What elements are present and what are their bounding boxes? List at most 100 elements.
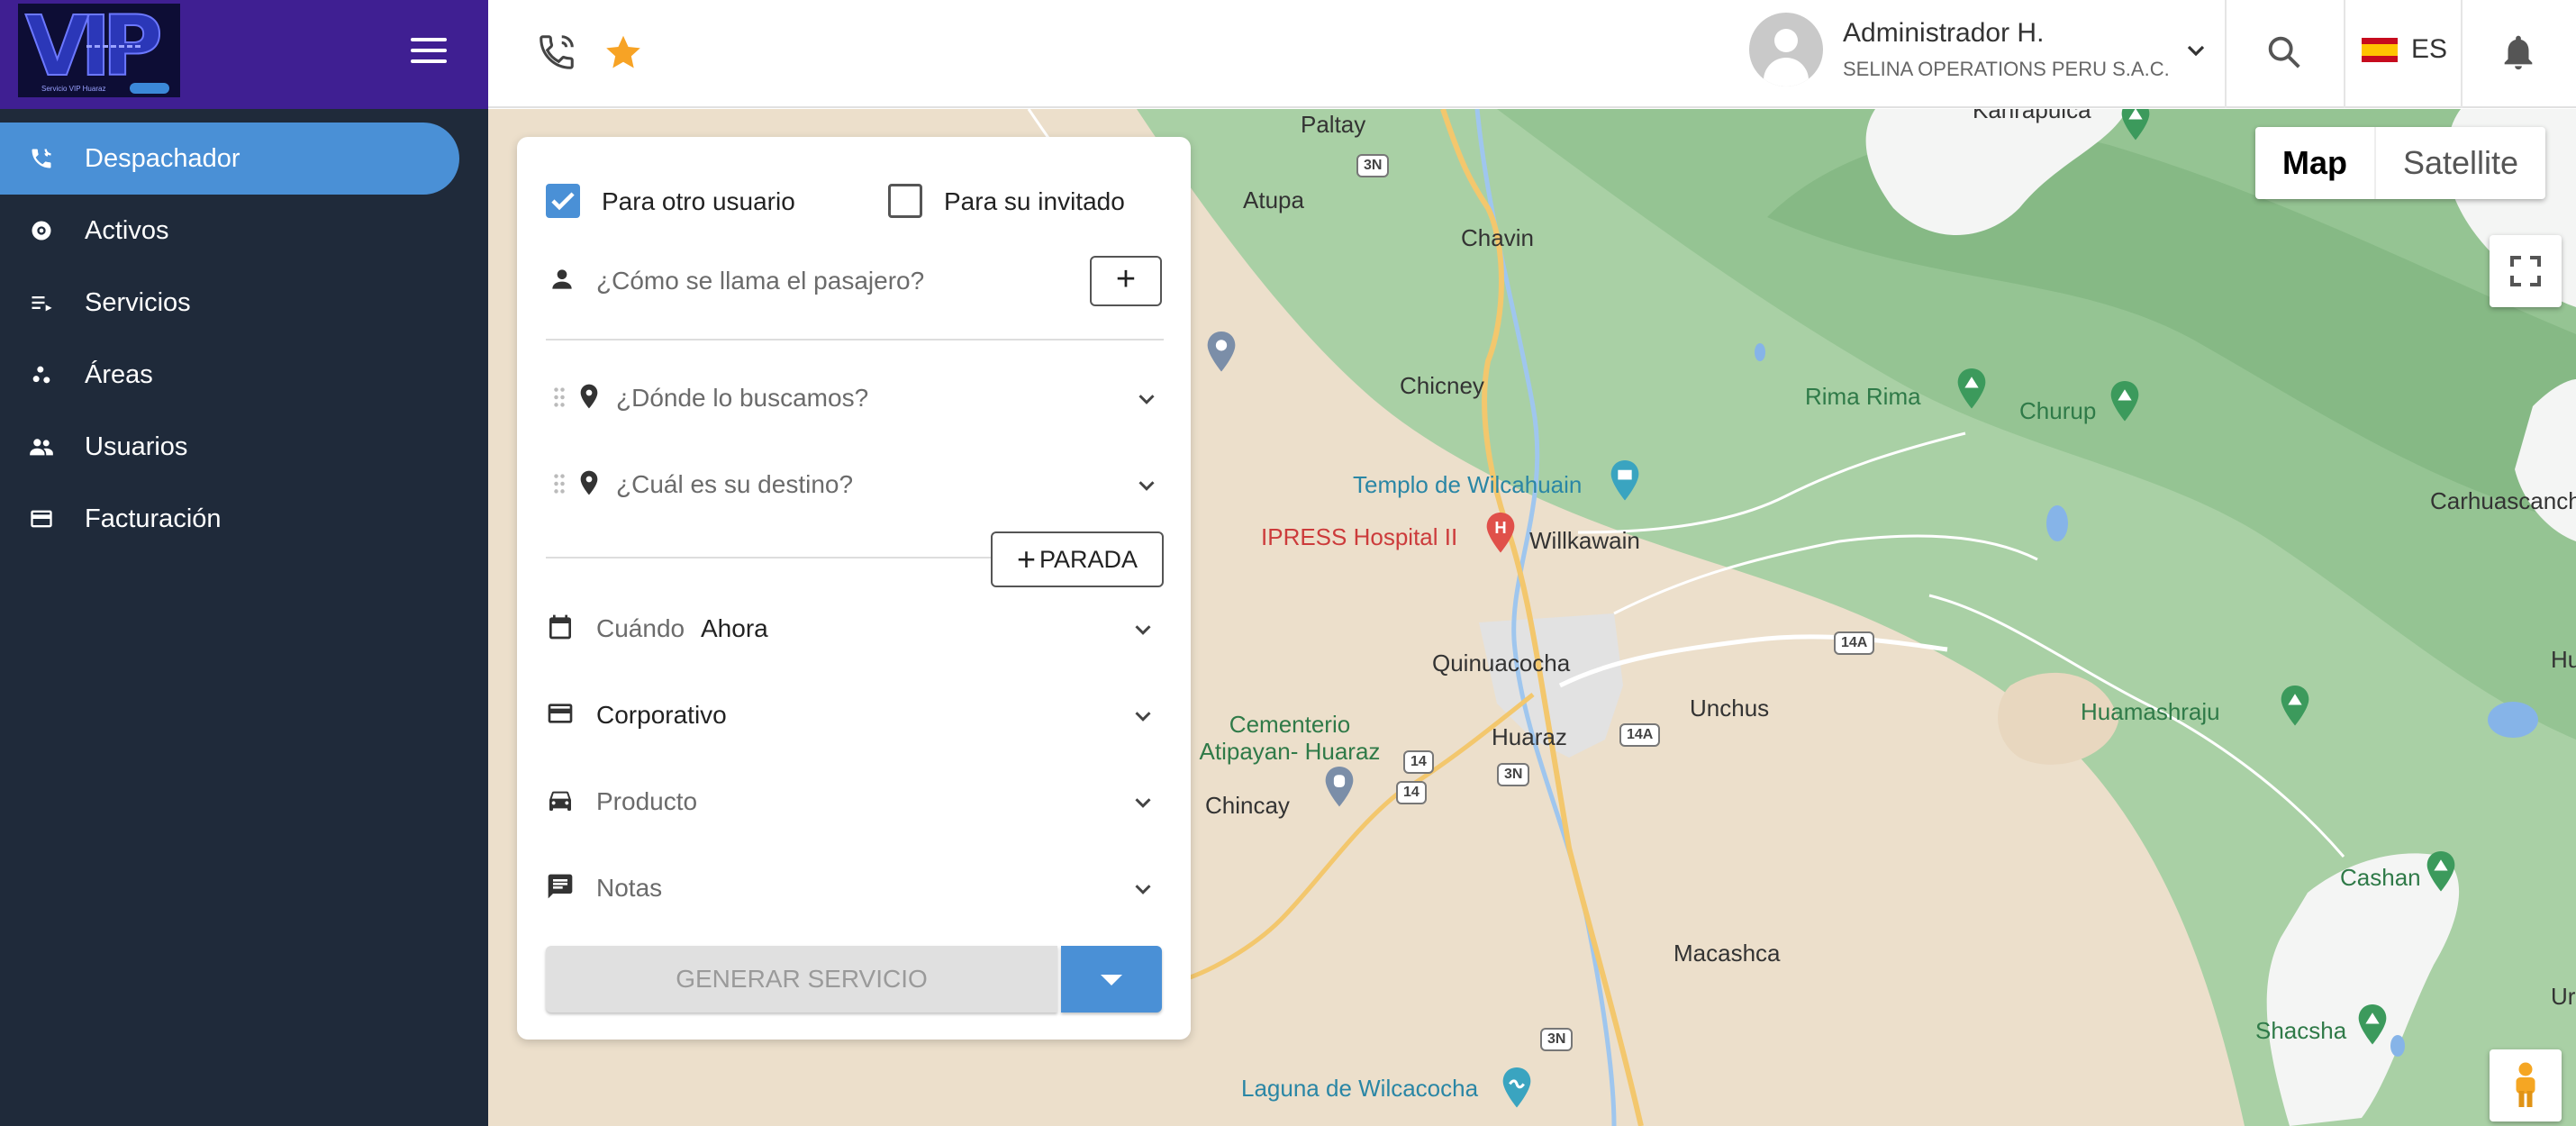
park-pin-icon[interactable] — [1955, 368, 1989, 410]
pickup-input[interactable]: ¿Dónde lo buscamos? — [616, 384, 868, 413]
sidebar-item-label: Usuarios — [85, 431, 188, 461]
map-type-map-button[interactable]: Map — [2255, 127, 2376, 199]
people-icon — [27, 432, 56, 461]
chevron-down-icon[interactable] — [1133, 386, 1160, 413]
map-label: Cashan — [2340, 864, 2421, 891]
map-label: Hu — [2551, 646, 2576, 673]
divider — [546, 557, 993, 558]
add-stop-button[interactable]: + PARADA — [991, 531, 1164, 587]
logo-subtext: Servicio VIP Huaraz — [41, 85, 106, 93]
generate-service-button[interactable]: GENERAR SERVICIO — [546, 946, 1057, 1012]
sidebar-item-activos[interactable]: Activos — [0, 195, 459, 267]
road-shield: 3N — [1356, 154, 1390, 177]
divider — [546, 339, 1164, 341]
map-label: Willkawain — [1529, 527, 1640, 554]
map-label: Chavin — [1461, 224, 1534, 251]
add-passenger-button[interactable]: + — [1090, 256, 1162, 306]
logo-dashes — [86, 45, 141, 48]
map-label: Chincay — [1205, 792, 1290, 819]
park-pin-icon[interactable] — [2278, 686, 2312, 727]
destination-input[interactable]: ¿Cuál es su destino? — [616, 470, 853, 499]
map-label: Carhuascancha — [2430, 487, 2576, 514]
sidebar-item-areas[interactable]: Áreas — [0, 339, 459, 411]
street-view-pegman-icon[interactable] — [2490, 1049, 2562, 1121]
map-label: Rima Rima — [1805, 383, 1921, 410]
drag-handle-icon[interactable] — [553, 472, 566, 495]
payment-method-select[interactable]: Corporativo — [596, 701, 727, 730]
calendar-icon — [549, 614, 571, 640]
car-icon — [549, 791, 571, 811]
notes-input[interactable]: Notas — [596, 874, 662, 903]
bell-icon[interactable] — [2493, 27, 2544, 77]
user-name: Administrador H. — [1843, 18, 2045, 48]
map-label: Kanrapuica — [1973, 109, 2091, 123]
hamburger-menu-icon[interactable] — [411, 36, 447, 65]
map-label: Churup — [2019, 397, 2097, 424]
scatter-icon — [27, 360, 56, 389]
map-label: Unchus — [1690, 695, 1770, 722]
add-stop-label: PARADA — [1039, 545, 1138, 573]
sidebar-item-label: Facturación — [85, 504, 222, 533]
caret-down-icon — [1101, 975, 1122, 985]
sidebar-item-facturacion[interactable]: Facturación — [0, 483, 459, 555]
for-guest-checkbox[interactable] — [888, 184, 922, 218]
chevron-down-icon[interactable] — [1129, 616, 1156, 643]
passenger-name-input[interactable]: ¿Cómo se llama el pasajero? — [596, 267, 924, 295]
sidebar-item-servicios[interactable]: Servicios — [0, 267, 459, 339]
park-pin-icon[interactable] — [2118, 109, 2153, 141]
park-pin-icon[interactable] — [2424, 851, 2458, 893]
divider — [2461, 0, 2463, 108]
map-label: Shacsha — [2255, 1017, 2347, 1044]
product-select[interactable]: Producto — [596, 787, 697, 816]
sidebar-item-usuarios[interactable]: Usuarios — [0, 411, 459, 483]
map-type-satellite-button[interactable]: Satellite — [2376, 127, 2545, 199]
spain-flag-icon[interactable] — [2362, 38, 2398, 62]
cemetery-pin-icon[interactable] — [1322, 767, 1356, 808]
park-pin-icon[interactable] — [2108, 381, 2142, 422]
chevron-down-icon[interactable] — [1129, 876, 1156, 903]
star-icon[interactable] — [598, 27, 649, 77]
lake-pin-icon[interactable] — [1500, 1067, 1534, 1109]
drag-handle-icon[interactable] — [553, 386, 566, 409]
park-pin-icon[interactable] — [2355, 1004, 2390, 1046]
credit-card-icon — [548, 704, 573, 723]
avatar[interactable] — [1749, 13, 1823, 86]
map-label: Chicney — [1400, 372, 1484, 399]
generate-options-dropdown[interactable] — [1061, 946, 1162, 1012]
road-shield: 3N — [1540, 1028, 1574, 1051]
company-logo: VIP Servicio VIP Huaraz — [18, 4, 180, 97]
road-shield: 14 — [1403, 750, 1434, 774]
logo-bar: VIP Servicio VIP Huaraz — [0, 0, 488, 109]
map-label: Laguna de Wilcacocha — [1241, 1075, 1479, 1102]
phone-in-talk-icon — [27, 144, 56, 173]
hospital-pin-icon[interactable]: H — [1483, 513, 1518, 554]
sidebar-item-label: Despachador — [85, 143, 240, 173]
chevron-down-icon[interactable] — [2181, 36, 2210, 65]
temple-pin-icon[interactable] — [1608, 460, 1642, 502]
for-other-user-checkbox[interactable] — [546, 184, 580, 218]
radar-icon — [27, 216, 56, 245]
phone-call-icon[interactable] — [531, 27, 582, 77]
when-value[interactable]: Ahora — [701, 614, 768, 643]
map-label: Quinuacocha — [1432, 649, 1571, 677]
chevron-down-icon[interactable] — [1129, 789, 1156, 816]
map-pin-icon[interactable] — [1204, 331, 1238, 373]
road-shield: 14A — [1619, 723, 1661, 747]
chevron-down-icon[interactable] — [1133, 472, 1160, 499]
sidebar-item-despachador[interactable]: Despachador — [0, 123, 459, 195]
fullscreen-icon[interactable] — [2490, 235, 2562, 307]
search-icon[interactable] — [2259, 27, 2309, 77]
language-selector[interactable]: ES — [2411, 34, 2447, 65]
sidebar-item-label: Servicios — [85, 287, 191, 317]
chevron-down-icon[interactable] — [1129, 703, 1156, 730]
map-type-control: Map Satellite — [2255, 127, 2546, 199]
map-label: Uru — [2551, 983, 2576, 1010]
location-pin-icon — [580, 384, 598, 409]
road-shield: 14A — [1834, 631, 1875, 655]
logo-text: VIP — [24, 4, 164, 95]
svg-text:H: H — [1494, 518, 1506, 537]
for-guest-label: Para su invitado — [944, 187, 1125, 215]
map-label: Huaraz — [1492, 723, 1567, 750]
map-label: Macashca — [1673, 940, 1781, 967]
when-label: Cuándo — [596, 614, 685, 642]
